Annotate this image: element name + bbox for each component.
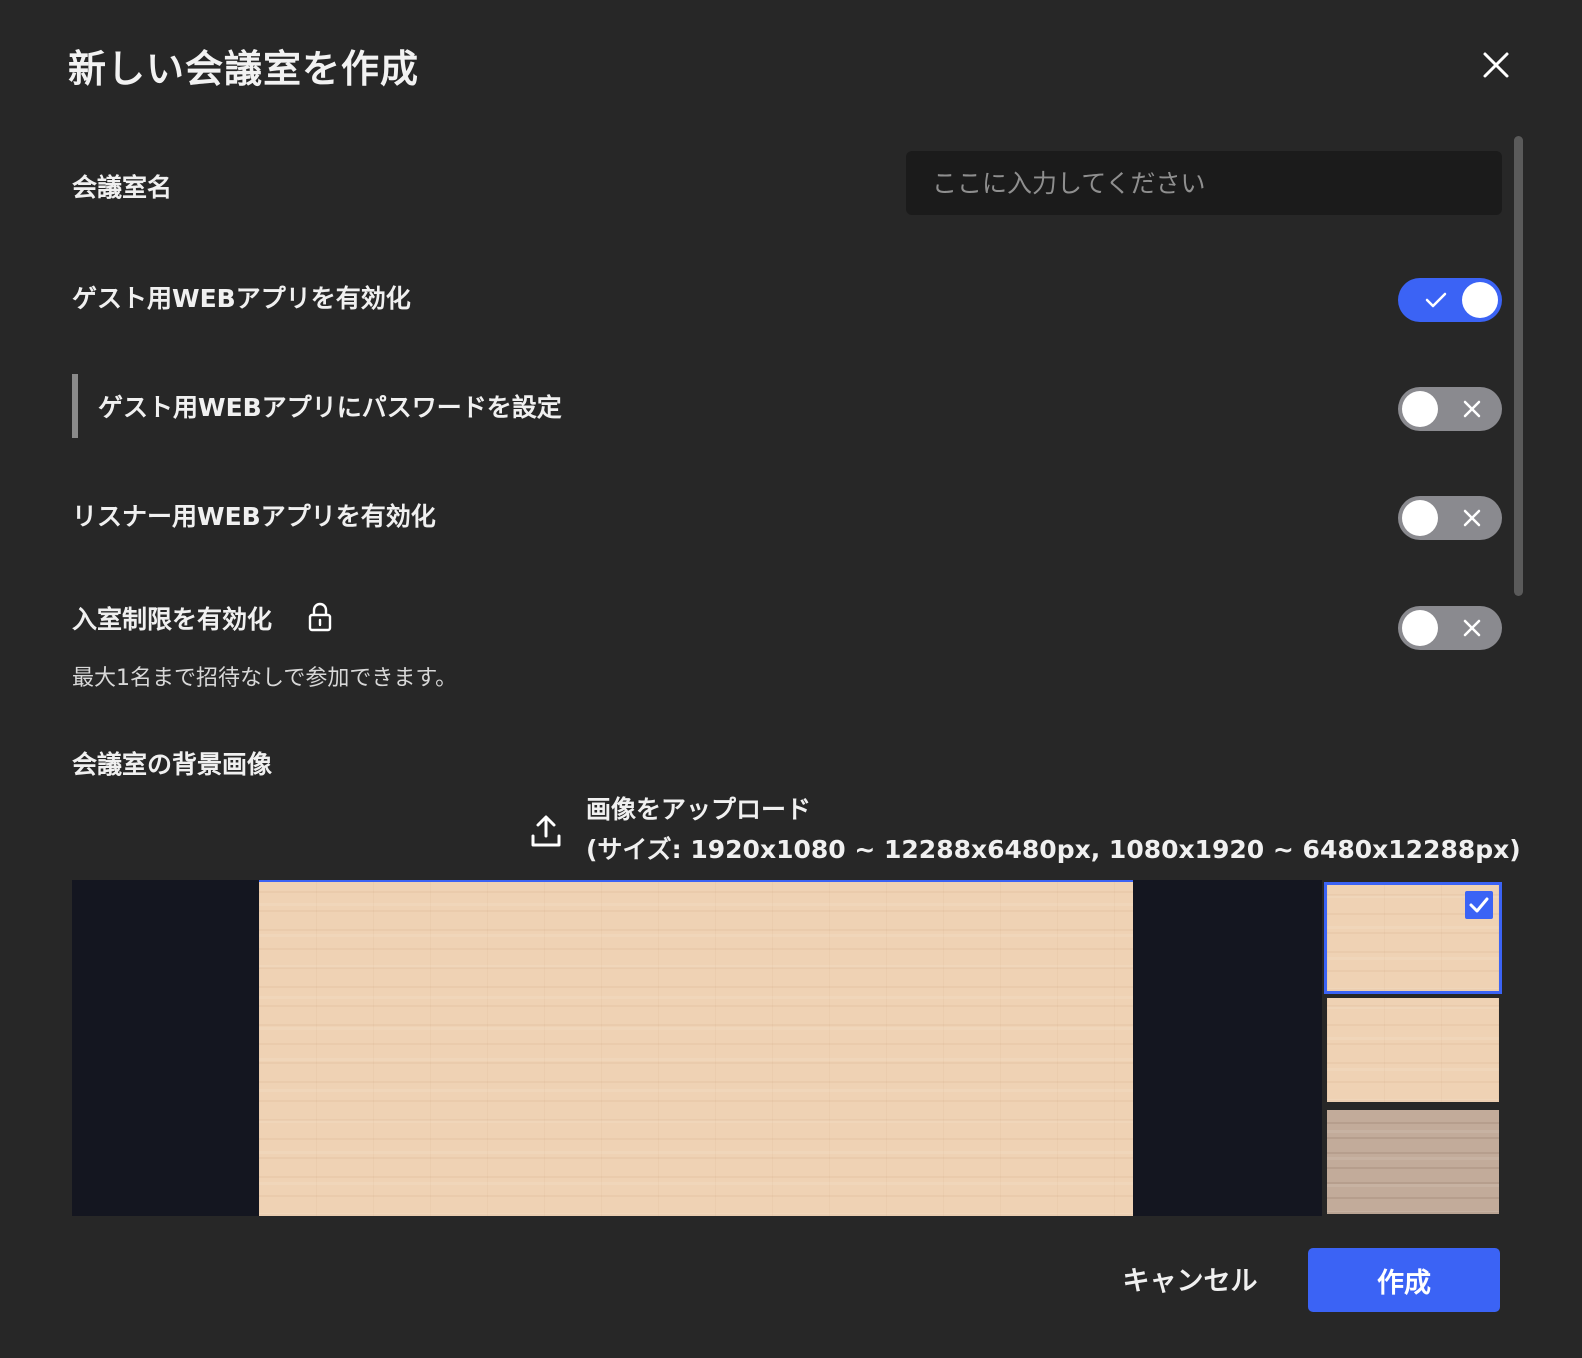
selected-check-icon: [1465, 891, 1493, 919]
guest-password-toggle[interactable]: [1398, 387, 1502, 431]
upload-icon: [531, 815, 561, 847]
entry-restriction-label: 入室制限を有効化: [72, 605, 273, 634]
background-thumbnail-3[interactable]: [1327, 1110, 1499, 1214]
background-image-label: 会議室の背景画像: [72, 750, 273, 779]
guest-webapp-toggle[interactable]: [1398, 278, 1502, 322]
dialog-title: 新しい会議室を作成: [68, 47, 420, 91]
room-name-label: 会議室名: [72, 173, 173, 202]
toggle-knob: [1402, 610, 1438, 646]
background-thumbnail-list[interactable]: [1324, 882, 1504, 1216]
background-preview-image: [259, 880, 1133, 1216]
background-thumbnail-1[interactable]: [1324, 882, 1502, 994]
close-button[interactable]: [1476, 45, 1516, 85]
guest-password-label: ゲスト用WEBアプリにパスワードを設定: [98, 393, 562, 422]
background-thumbnail-2[interactable]: [1327, 998, 1499, 1102]
check-icon: [1425, 292, 1447, 308]
toggle-knob: [1462, 282, 1498, 318]
x-icon: [1463, 509, 1481, 527]
entry-restriction-description: 最大1名まで招待なしで参加できます。: [72, 666, 458, 691]
background-preview: [72, 880, 1322, 1216]
scrollbar[interactable]: [1514, 136, 1523, 596]
toggle-knob: [1402, 500, 1438, 536]
cancel-button[interactable]: キャンセル: [1100, 1246, 1280, 1310]
create-button[interactable]: 作成: [1308, 1248, 1500, 1312]
listener-webapp-label: リスナー用WEBアプリを有効化: [72, 502, 436, 531]
room-name-input[interactable]: [906, 151, 1502, 215]
guest-webapp-label: ゲスト用WEBアプリを有効化: [72, 284, 411, 313]
upload-size-note: (サイズ: 1920x1080 ~ 12288x6480px, 1080x192…: [586, 835, 1521, 864]
toggle-knob: [1402, 391, 1438, 427]
upload-text: 画像をアップロード (サイズ: 1920x1080 ~ 12288x6480px…: [586, 790, 1521, 870]
entry-restriction-toggle[interactable]: [1398, 606, 1502, 650]
x-icon: [1463, 619, 1481, 637]
listener-webapp-toggle[interactable]: [1398, 496, 1502, 540]
sub-setting-indicator: [72, 374, 78, 438]
create-room-dialog: 新しい会議室を作成 会議室名 ゲスト用WEBアプリを有効化 ゲスト用WEBアプリ…: [0, 0, 1582, 1358]
lock-icon: [308, 602, 332, 632]
x-icon: [1463, 400, 1481, 418]
close-icon: [1483, 52, 1509, 78]
upload-label: 画像をアップロード: [586, 795, 812, 824]
